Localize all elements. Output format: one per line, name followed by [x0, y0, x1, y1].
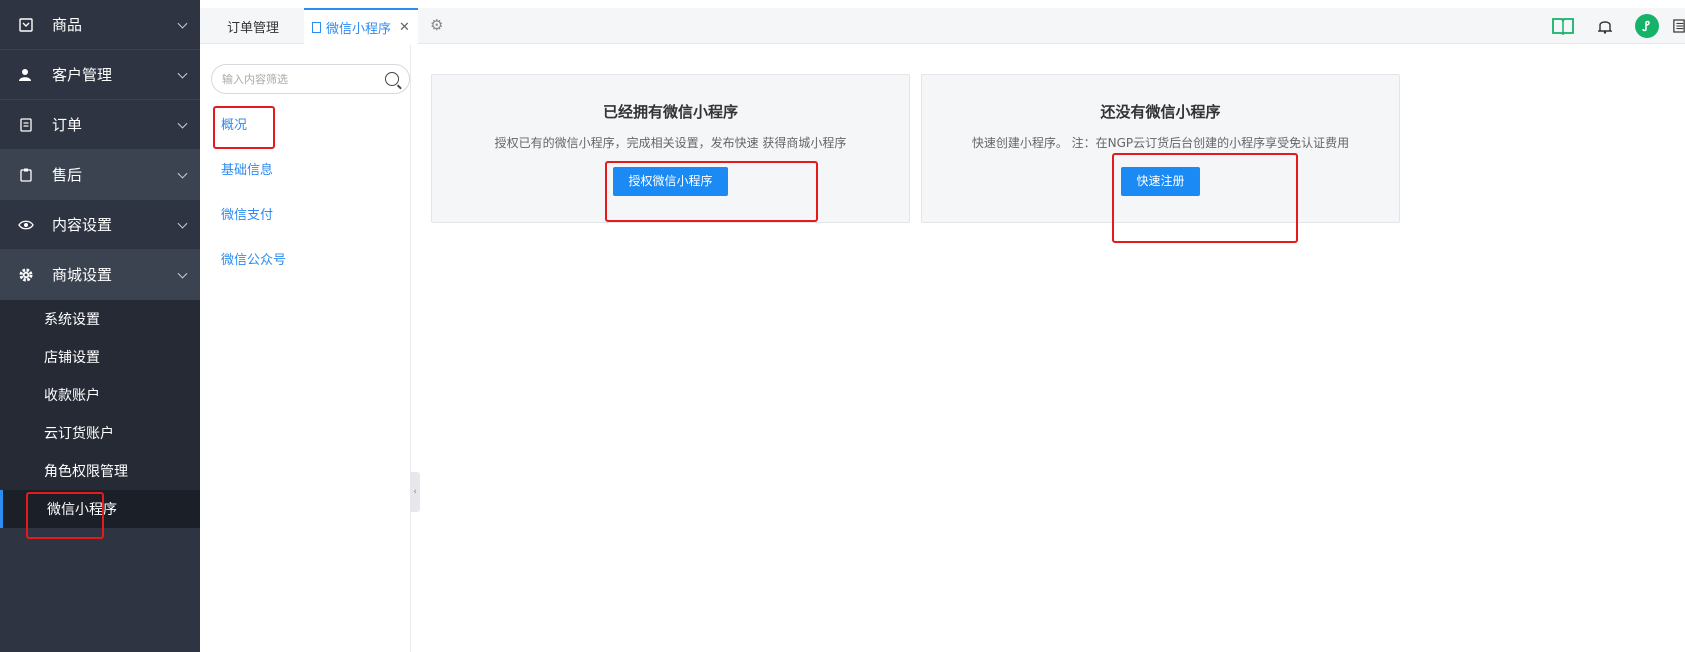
chevron-down-icon — [177, 18, 188, 29]
sidebar-item-label: 商城设置 — [52, 266, 113, 284]
tab-wechat-miniprogram[interactable]: 微信小程序 ✕ — [304, 8, 418, 44]
sidebar-subitem-payment-account[interactable]: 收款账户 — [0, 376, 200, 414]
chevron-down-icon — [177, 168, 188, 179]
sidebar: 商品 客户管理 订单 售后 内容设置 商城设置 系统设置 店铺设置 收款账户 云… — [0, 0, 200, 652]
card-description: 快速创建小程序。 注：在NGP云订货后台创建的小程序享受免认证费用 — [971, 136, 1350, 150]
sidebar-item-content[interactable]: 内容设置 — [0, 200, 200, 250]
top-right-toolbar — [1533, 14, 1685, 38]
sidebar-item-label: 商品 — [52, 16, 83, 34]
sidebar-submenu: 系统设置 店铺设置 收款账户 云订货账户 角色权限管理 微信小程序 — [0, 300, 200, 528]
miniprogram-icon[interactable] — [1635, 14, 1659, 38]
sidebar-item-label: 内容设置 — [52, 216, 113, 234]
tab-label: 微信小程序 — [326, 21, 392, 37]
tab-bar: 订单管理 微信小程序 ✕ ⚙ — [200, 8, 1685, 44]
collapse-handle[interactable]: ‹ — [410, 472, 420, 512]
sidebar-item-label: 售后 — [52, 166, 83, 184]
gear-icon[interactable]: ⚙ — [430, 17, 446, 33]
sidebar-item-order[interactable]: 订单 — [0, 100, 200, 150]
list-icon — [18, 117, 34, 133]
secondary-nav: 概况 基础信息 微信支付 微信公众号 — [200, 45, 411, 652]
chevron-down-icon — [177, 68, 188, 79]
chevron-down-icon — [177, 268, 188, 279]
sidebar-subitem-roles[interactable]: 角色权限管理 — [0, 452, 200, 490]
card-existing-miniprogram: 已经拥有微信小程序 授权已有的微信小程序，完成相关设置，发布快速 获得商城小程序… — [431, 74, 910, 223]
quick-register-button[interactable]: 快速注册 — [1121, 167, 1200, 196]
book-icon[interactable] — [1551, 14, 1575, 38]
chevron-down-icon — [177, 118, 188, 129]
close-icon[interactable]: ✕ — [399, 20, 410, 35]
subnav-item-overview[interactable]: 概况 — [221, 114, 247, 133]
sidebar-subitem-cloud-account[interactable]: 云订货账户 — [0, 414, 200, 452]
sidebar-item-customer[interactable]: 客户管理 — [0, 50, 200, 100]
card-new-miniprogram: 还没有微信小程序 快速创建小程序。 注：在NGP云订货后台创建的小程序享受免认证… — [921, 74, 1400, 223]
eye-icon — [18, 217, 34, 233]
sidebar-item-mall-settings[interactable]: 商城设置 — [0, 250, 200, 300]
sidebar-item-aftersale[interactable]: 售后 — [0, 150, 200, 200]
subnav-item-wechat-pay[interactable]: 微信支付 — [221, 204, 273, 223]
sidebar-subitem-store[interactable]: 店铺设置 — [0, 338, 200, 376]
card-title: 已经拥有微信小程序 — [602, 103, 738, 121]
bell-icon[interactable] — [1593, 14, 1617, 38]
document-icon — [312, 21, 321, 33]
sidebar-item-label: 订单 — [52, 116, 83, 134]
search-icon[interactable] — [385, 72, 399, 86]
user-icon — [18, 67, 34, 83]
chevron-down-icon — [177, 218, 188, 229]
sidebar-item-label: 客户管理 — [52, 66, 113, 84]
product-icon — [18, 17, 34, 33]
subnav-item-basic-info[interactable]: 基础信息 — [221, 159, 273, 178]
search-box — [211, 64, 410, 94]
menu-icon[interactable] — [1673, 14, 1685, 38]
sidebar-item-product[interactable]: 商品 — [0, 0, 200, 50]
tab-order-management[interactable]: 订单管理 — [227, 8, 279, 44]
sidebar-subitem-wechat-miniprogram[interactable]: 微信小程序 — [0, 490, 200, 528]
subnav-item-wechat-official[interactable]: 微信公众号 — [221, 249, 286, 268]
gear-icon — [18, 267, 34, 283]
sidebar-subitem-system[interactable]: 系统设置 — [0, 300, 200, 338]
tab-label: 订单管理 — [227, 20, 280, 36]
card-description: 授权已有的微信小程序，完成相关设置，发布快速 获得商城小程序 — [494, 136, 847, 150]
authorize-miniprogram-button[interactable]: 授权微信小程序 — [613, 167, 728, 196]
card-title: 还没有微信小程序 — [1100, 103, 1221, 121]
search-input[interactable] — [222, 72, 385, 86]
clipboard-icon — [18, 167, 34, 183]
